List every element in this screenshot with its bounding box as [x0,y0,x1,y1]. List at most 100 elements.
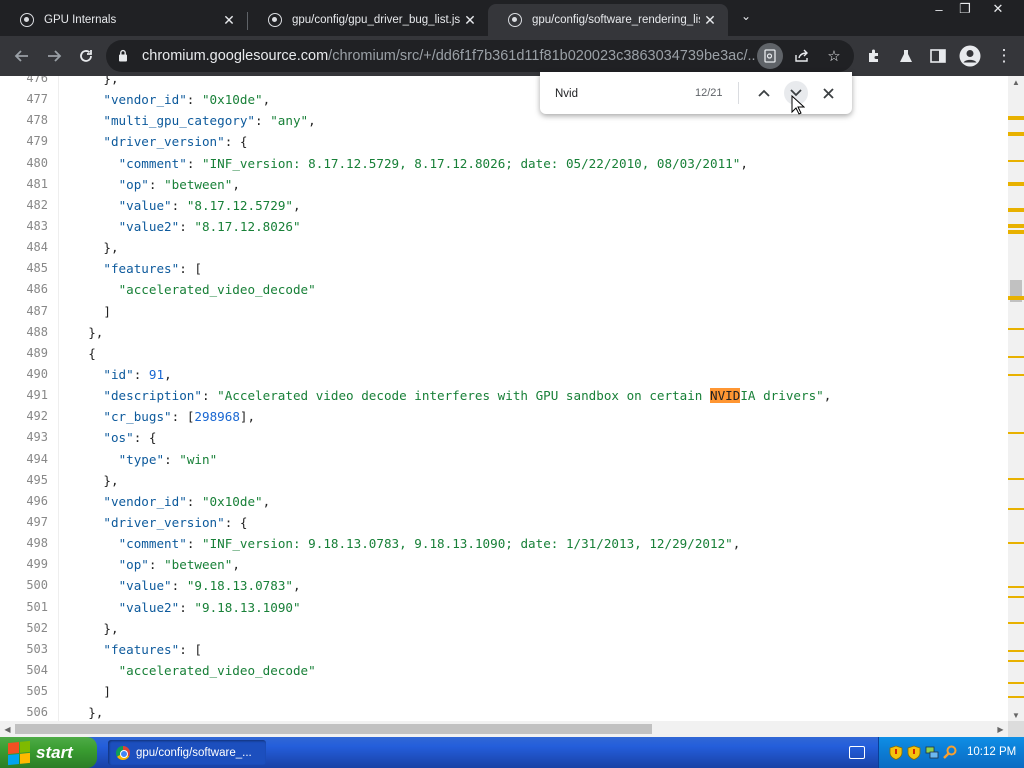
code-line: 497 "driver_version": { [0,511,1008,534]
scroll-right-arrow-icon[interactable]: ▶ [993,721,1008,737]
find-result-marker [1008,374,1024,376]
tab-gpu-driver-bug-list[interactable]: gpu/config/gpu_driver_bug_list.json ✕ [248,4,488,36]
restore-button[interactable]: ❐ [952,0,978,18]
code-line: 491 "description": "Accelerated video de… [0,385,1008,407]
code-line: 485 "features": [ [0,258,1008,280]
find-close-button[interactable] [816,81,840,105]
close-icon[interactable]: ✕ [700,10,720,30]
code-line: 481 "op": "between", [0,173,1008,195]
find-result-marker [1008,210,1024,212]
line-number: 497 [26,514,48,529]
code-text: }, [103,240,119,256]
line-number: 492 [26,409,48,424]
scroll-up-arrow-icon[interactable]: ▲ [1008,76,1024,88]
taskbar-chrome-window[interactable]: gpu/config/software_... [108,740,266,765]
tab-search-chevron-down-icon[interactable]: ⌄ [732,2,760,30]
url-host: chromium.googlesource.com [142,48,329,64]
find-result-marker [1008,160,1024,162]
find-result-marker [1008,232,1024,234]
find-input[interactable] [555,86,685,102]
code-line: 495 }, [0,469,1008,491]
find-result-marker [1008,328,1024,330]
find-in-page-icon[interactable] [757,43,783,69]
find-result-marker [1008,622,1024,624]
code-text: ] [103,684,111,700]
tab-title: GPU Internals [44,14,117,26]
code-text: "value": "8.17.12.5729", [118,197,301,213]
line-number: 489 [26,345,48,360]
windows-logo-icon [8,740,30,765]
find-result-marker [1008,696,1024,698]
code-line: 480 "comment": "INF_version: 8.17.12.572… [0,152,1008,174]
minimize-button[interactable]: – [926,0,952,18]
code-line: 502 }, [0,617,1008,639]
browser-toolbar: chromium.googlesource.com/chromium/src/+… [0,36,1024,76]
code-line: 494 "type": "win" [0,448,1008,470]
tab-gpu-internals[interactable]: GPU Internals ✕ [0,4,247,36]
menu-kebab-icon[interactable]: ⋮ [988,40,1020,72]
code-text: "accelerated_video_decode" [118,662,316,678]
tab-title: gpu/config/gpu_driver_bug_list.json [292,14,460,26]
security-shield-icon[interactable] [889,745,903,760]
code-text: "op": "between", [118,557,240,573]
line-number: 506 [26,705,48,720]
window-close-button[interactable]: ✕ [985,0,1011,18]
line-number: 479 [26,134,48,149]
search-magnifier-icon[interactable] [943,745,957,760]
security-shield-icon[interactable] [907,745,921,760]
extensions-puzzle-icon[interactable] [858,40,890,72]
vertical-scrollbar[interactable]: ▲ ▼ [1008,76,1024,721]
code-line: 484 }, [0,237,1008,259]
find-previous-button[interactable] [752,81,776,105]
back-button[interactable] [6,40,38,72]
profile-avatar-icon[interactable] [954,40,986,72]
code-text: "op": "between", [118,176,240,192]
find-result-marker [1008,134,1024,136]
code-line: 505 ] [0,681,1008,703]
code-text: "driver_version": { [103,134,248,150]
scroll-left-arrow-icon[interactable]: ◀ [0,721,15,737]
code-line: 487 ] [0,300,1008,322]
line-number: 481 [26,176,48,191]
line-number: 480 [26,155,48,170]
network-icon[interactable] [925,745,939,760]
page-content: 476 }, 477 "vendor_id": "0x10de", 478 "mul… [0,76,1008,721]
find-result-marker [1008,508,1024,510]
horizontal-scroll-thumb[interactable] [15,724,652,734]
find-match-highlight: NVID [709,388,741,404]
close-icon[interactable]: ✕ [219,10,239,30]
bookmark-star-icon[interactable]: ☆ [821,43,847,69]
share-icon[interactable] [789,43,815,69]
address-bar[interactable]: chromium.googlesource.com/chromium/src/+… [106,40,854,72]
line-number: 477 [26,92,48,107]
find-result-marker [1008,226,1024,228]
horizontal-scrollbar[interactable]: ◀ ▶ [0,721,1008,737]
code-text: "id": 91, [103,366,172,382]
keyboard-icon[interactable] [849,746,865,759]
side-panel-icon[interactable] [922,40,954,72]
taskbar-clock[interactable]: 10:12 PM [967,746,1016,758]
code-line: 483 "value2": "8.17.12.8026" [0,215,1008,238]
scroll-down-arrow-icon[interactable]: ▼ [1008,709,1024,721]
close-icon[interactable]: ✕ [460,10,480,30]
code-line: 490 "id": 91, [0,363,1008,386]
reload-button[interactable] [70,40,102,72]
line-number: 501 [26,599,48,614]
find-result-marker [1008,478,1024,480]
start-button[interactable]: start [0,737,97,768]
url-text[interactable]: chromium.googlesource.com/chromium/src/+… [142,48,756,64]
line-number: 498 [26,536,48,551]
line-number: 496 [26,493,48,508]
forward-button[interactable] [38,40,70,72]
lab-flask-icon[interactable] [890,40,922,72]
code-line: 486 "accelerated_video_decode" [0,279,1008,301]
tab-software-rendering-list[interactable]: gpu/config/software_rendering_list ✕ [488,4,728,36]
find-result-marker [1008,356,1024,358]
find-result-marker [1008,298,1024,300]
reload-icon [80,50,92,62]
tab-strip: GPU Internals ✕ gpu/config/gpu_driver_bu… [0,0,1024,36]
json-source-view: 476 }, 477 "vendor_id": "0x10de", 478 "mul… [0,76,1008,721]
code-line: 477 "vendor_id": "0x10de", [0,89,1008,111]
line-number: 482 [26,197,48,212]
line-number: 487 [26,303,48,318]
